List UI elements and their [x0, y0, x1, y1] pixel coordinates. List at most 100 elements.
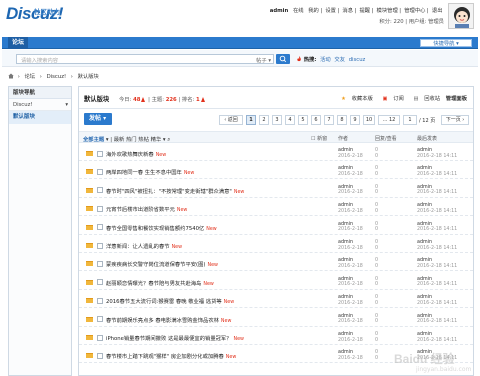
author-name[interactable]: admin: [338, 314, 353, 319]
last-poster[interactable]: admin: [417, 222, 432, 227]
page-button[interactable]: 4: [285, 115, 295, 125]
hot-search-item[interactable]: discuz: [349, 57, 366, 63]
page-input[interactable]: 1: [403, 115, 417, 125]
row-checkbox[interactable]: [97, 224, 103, 231]
table-row[interactable]: iPhone销量春节期间撒败 这是最最便宜的销量冠军？ New admin 2016-…: [79, 331, 473, 345]
thread-title[interactable]: 蒙疾疾病长交警守岗位流道保春节平安(图) New: [106, 260, 218, 268]
author-name[interactable]: admin: [338, 350, 353, 355]
author-name[interactable]: admin: [338, 295, 353, 300]
user-link-settings[interactable]: 设置: [325, 8, 336, 14]
next-page-button[interactable]: 下一页 ›: [441, 115, 469, 125]
col-last-post[interactable]: 最后发表: [417, 135, 437, 142]
thread-title[interactable]: 赵丽颖恋情曝光？春节陪与男友共赴海岛 New: [106, 279, 214, 287]
thread-title[interactable]: 元宵节后楼市出道阶省数平元 New: [106, 205, 187, 213]
thread-title[interactable]: 两岸四地同一春 生生不息中国年 New: [106, 168, 194, 176]
new-post-button[interactable]: 发帖 ▾: [84, 113, 112, 125]
site-logo[interactable]: Discuz! 社区动力: [6, 4, 70, 28]
search-type-select[interactable]: 帖子 ▾: [256, 56, 271, 64]
thread-title[interactable]: 春节全国零售和餐饮实现销售额约7540亿 New: [106, 224, 217, 232]
col-author[interactable]: 作者: [338, 135, 348, 142]
table-row[interactable]: 两岸四地同一春 生生不息中国年 New admin 2016-2-18 0 0 admin 2…: [79, 165, 473, 180]
page-button[interactable]: 7: [324, 115, 334, 125]
thread-title[interactable]: 春节楼市上踏下跳观"猴样" 房企加剧分化或加腾春 New: [106, 352, 236, 360]
breadcrumb-current[interactable]: 默认版块: [78, 74, 99, 80]
new-window-toggle[interactable]: ☐ 新窗: [311, 135, 327, 142]
page-button[interactable]: 3: [272, 115, 282, 125]
table-row[interactable]: 春节时"四风"被扭扎："不按常理"变走街辖"群众满意" New admin 2016-…: [79, 184, 473, 198]
user-link-notices[interactable]: 提醒: [359, 8, 370, 14]
row-checkbox[interactable]: [97, 242, 103, 249]
row-checkbox[interactable]: [97, 150, 103, 157]
last-poster[interactable]: admin: [417, 240, 432, 245]
user-link-modules[interactable]: 模块管理: [377, 8, 398, 14]
filter-digest[interactable]: 精华: [151, 137, 162, 143]
last-poster[interactable]: admin: [417, 332, 432, 337]
online-status[interactable]: 在线: [293, 8, 304, 14]
page-button-last[interactable]: ... 12: [378, 115, 400, 125]
author-name[interactable]: admin: [338, 148, 353, 153]
filter-latest[interactable]: 最新: [114, 137, 125, 143]
back-page-button[interactable]: ‹ 返回: [219, 115, 243, 125]
author-name[interactable]: admin: [338, 240, 353, 245]
nav-item-forum[interactable]: 论坛: [8, 37, 29, 49]
search-input[interactable]: 请输入搜索内容 帖子 ▾: [16, 54, 274, 64]
filter-hot[interactable]: 热门: [126, 137, 137, 143]
last-poster[interactable]: admin: [417, 258, 432, 263]
row-checkbox[interactable]: [97, 205, 103, 212]
credit-link[interactable]: 积分: 220: [379, 19, 403, 25]
quick-nav-button[interactable]: 快捷导航 ▾: [420, 39, 472, 47]
sidebar-parent[interactable]: Discuz! ▾: [9, 99, 71, 111]
thread-title[interactable]: 春节时"四风"被扭扎："不按常理"变走街辖"群众满意" New: [106, 187, 244, 195]
row-checkbox[interactable]: [97, 316, 103, 323]
recycle-bin-link[interactable]: ▤ 回收站: [410, 96, 441, 102]
table-row[interactable]: 蒙疾疾病长交警守岗位流道保春节平安(图) New admin 2016-2-18 0 0 a…: [79, 257, 473, 272]
page-button[interactable]: 1: [246, 115, 256, 125]
row-checkbox[interactable]: [97, 334, 103, 341]
page-button[interactable]: 8: [337, 115, 347, 125]
hot-search-item[interactable]: 交友: [334, 57, 345, 63]
table-row[interactable]: 元宵节后楼市出道阶省数平元 New admin 2016-2-18 0 0 admin 201…: [79, 202, 473, 217]
table-row[interactable]: 洋葱新闻：让人遗乱的春节 New admin 2016-2-18 0 0 admin 2016…: [79, 239, 473, 253]
thread-title[interactable]: 春节前期娱乐亮点多 春电影满冰雪购金饰品农林 New: [106, 316, 231, 324]
table-row[interactable]: 春节全国零售和餐饮实现销售额约7540亿 New admin 2016-2-18 0 0 a…: [79, 221, 473, 235]
last-poster[interactable]: admin: [417, 203, 432, 208]
thread-title[interactable]: 洋葱新闻：让人遗乱的春节 New: [106, 242, 182, 250]
thread-title[interactable]: 2016春节五大流行词:猴赛雷 春晚 敬业福 逃货等 New: [106, 297, 234, 305]
user-link-logout[interactable]: 退出: [432, 8, 443, 14]
table-row[interactable]: 赵丽颖恋情曝光？春节陪与男友共赴海岛 New admin 2016-2-18 0 0 adm…: [79, 276, 473, 290]
favorite-forum-button[interactable]: ★ 收藏本版: [337, 96, 373, 102]
search-button[interactable]: [276, 54, 290, 64]
user-link-admin[interactable]: 管理中心: [404, 8, 425, 14]
row-checkbox[interactable]: [97, 352, 103, 359]
breadcrumb-forum[interactable]: 论坛: [25, 74, 36, 80]
table-row[interactable]: 2016春节五大流行词:猴赛雷 春晚 敬业福 逃货等 New admin 2016-2…: [79, 294, 473, 309]
table-row[interactable]: 春节前期娱乐亮点多 春电影满冰雪购金饰品农林 New admin 2016-2-18 0…: [79, 313, 473, 327]
last-poster[interactable]: admin: [417, 295, 432, 300]
author-name[interactable]: admin: [338, 203, 353, 208]
author-name[interactable]: admin: [338, 222, 353, 227]
last-poster[interactable]: admin: [417, 166, 432, 171]
author-name[interactable]: admin: [338, 332, 353, 337]
row-checkbox[interactable]: [97, 187, 103, 194]
last-poster[interactable]: admin: [417, 148, 432, 153]
sidebar-item-current[interactable]: 默认版块: [9, 111, 71, 124]
user-link-messages[interactable]: 消息: [342, 8, 353, 14]
usergroup-link[interactable]: 用户组: 管理员: [409, 19, 444, 25]
hot-search-item[interactable]: 活动: [320, 57, 331, 63]
thread-title[interactable]: 海外欢歌热舞庆新春 New: [106, 150, 166, 158]
avatar[interactable]: [448, 3, 474, 29]
page-button[interactable]: 2: [259, 115, 269, 125]
author-name[interactable]: admin: [338, 258, 353, 263]
row-checkbox[interactable]: [97, 168, 103, 175]
page-button[interactable]: 6: [311, 115, 321, 125]
page-button[interactable]: 9: [350, 115, 360, 125]
row-checkbox[interactable]: [97, 297, 103, 304]
row-checkbox[interactable]: [97, 279, 103, 286]
manage-panel-link[interactable]: 管理面板: [446, 96, 467, 102]
col-reply-view[interactable]: 回复/查看: [375, 135, 397, 142]
breadcrumb-discuz[interactable]: Discuz!: [47, 74, 66, 80]
user-link-my[interactable]: 我的: [308, 8, 319, 14]
username-link[interactable]: admin: [270, 8, 288, 14]
filter-hot-posts[interactable]: 热帖: [138, 137, 149, 143]
home-icon[interactable]: [8, 73, 14, 79]
